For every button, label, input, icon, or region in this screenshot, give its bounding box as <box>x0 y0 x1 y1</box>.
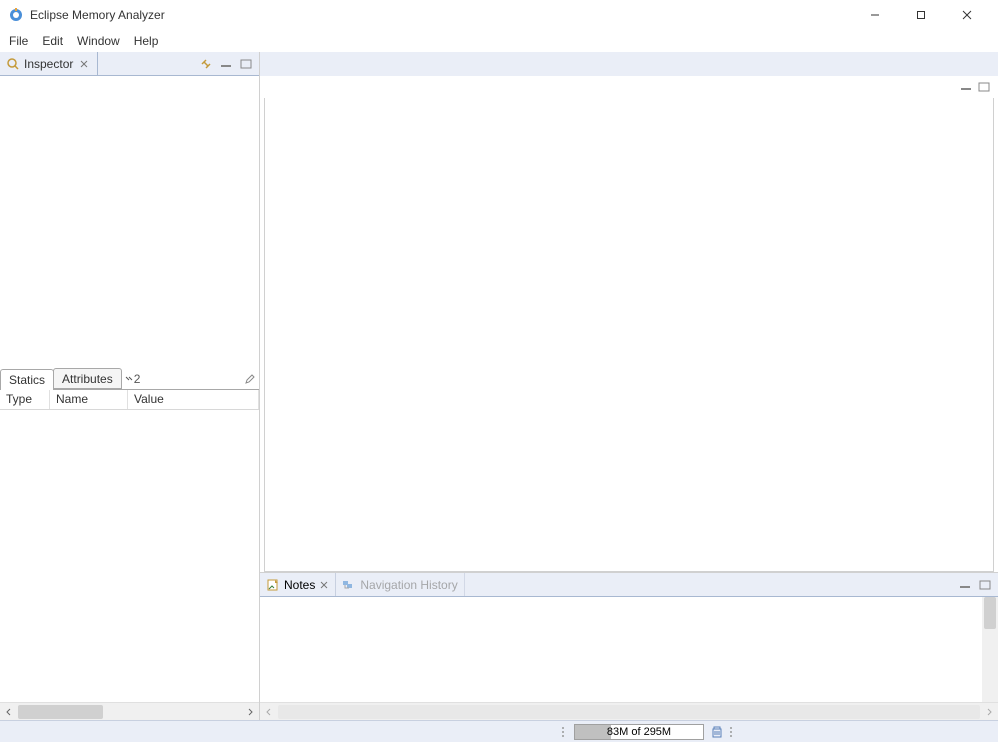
detail-table-body <box>0 410 259 702</box>
heap-status-widget: 83M of 295M <box>562 723 738 741</box>
scrollbar-thumb[interactable] <box>18 705 103 719</box>
column-name[interactable]: Name <box>50 390 128 409</box>
bottom-views: Notes Navigation History <box>260 572 998 702</box>
minimize-editor-button[interactable] <box>958 80 974 94</box>
column-value[interactable]: Value <box>128 390 259 409</box>
status-bar: 83M of 295M <box>0 720 998 742</box>
scroll-right-icon[interactable] <box>980 703 998 721</box>
left-panel: Inspector Statics Attr <box>0 52 260 720</box>
inspector-upper-area <box>0 76 259 368</box>
notes-label: Notes <box>284 578 315 592</box>
notes-body[interactable] <box>260 597 998 702</box>
history-icon <box>342 578 356 592</box>
close-button[interactable] <box>944 0 990 30</box>
menu-file[interactable]: File <box>2 30 35 52</box>
column-type[interactable]: Type <box>0 390 50 409</box>
tab-statics[interactable]: Statics <box>0 369 54 390</box>
heap-text: 83M of 295M <box>607 726 671 738</box>
inspector-icon <box>6 57 20 71</box>
link-with-button[interactable] <box>197 55 215 73</box>
inspector-view-header: Inspector <box>0 52 259 76</box>
editor-corner-controls <box>260 76 998 98</box>
grip-icon <box>562 727 566 737</box>
detail-table-header: Type Name Value <box>0 390 259 410</box>
tab-attributes[interactable]: Attributes <box>53 368 122 389</box>
minimize-button[interactable] <box>852 0 898 30</box>
menu-window[interactable]: Window <box>70 30 127 52</box>
maximize-view-button[interactable] <box>237 55 255 73</box>
grip-icon <box>730 727 734 737</box>
tab-navigation-history[interactable]: Navigation History <box>336 573 464 596</box>
close-view-icon[interactable] <box>77 57 91 71</box>
nav-history-label: Navigation History <box>360 578 457 592</box>
right-panel: Notes Navigation History <box>260 52 998 720</box>
maximize-editor-button[interactable] <box>976 80 992 94</box>
menu-edit[interactable]: Edit <box>35 30 70 52</box>
scrollbar-track[interactable] <box>18 705 241 719</box>
menu-help[interactable]: Help <box>127 30 166 52</box>
inspector-tab[interactable]: Inspector <box>0 52 98 75</box>
minimize-bottom-button[interactable] <box>956 576 974 594</box>
right-h-scrollbar[interactable] <box>260 702 998 720</box>
menu-bar: File Edit Window Help <box>0 30 998 52</box>
maximize-bottom-button[interactable] <box>976 576 994 594</box>
app-icon <box>8 7 24 23</box>
close-notes-icon[interactable] <box>319 580 329 590</box>
title-bar: Eclipse Memory Analyzer <box>0 0 998 30</box>
left-h-scrollbar[interactable] <box>0 702 259 720</box>
inspector-detail-tabs: Statics Attributes 2 <box>0 368 259 390</box>
window-title: Eclipse Memory Analyzer <box>30 8 852 22</box>
notes-v-scrollbar[interactable] <box>982 597 998 702</box>
tabs-overflow-button[interactable]: 2 <box>121 368 145 389</box>
bottom-views-header: Notes Navigation History <box>260 573 998 597</box>
tab-notes[interactable]: Notes <box>260 573 336 596</box>
edit-icon[interactable] <box>241 368 259 389</box>
scroll-right-icon[interactable] <box>241 703 259 721</box>
v-scroll-thumb[interactable] <box>984 597 996 629</box>
scroll-left-icon[interactable] <box>260 703 278 721</box>
workspace: Inspector Statics Attr <box>0 52 998 720</box>
notes-icon <box>266 578 280 592</box>
heap-fill <box>575 725 611 739</box>
heap-bar[interactable]: 83M of 295M <box>574 724 704 740</box>
scroll-left-icon[interactable] <box>0 703 18 721</box>
inspector-title: Inspector <box>24 57 73 71</box>
editor-area <box>264 98 994 572</box>
editor-tab-strip <box>260 52 998 76</box>
maximize-button[interactable] <box>898 0 944 30</box>
run-gc-button[interactable] <box>708 723 726 741</box>
minimize-view-button[interactable] <box>217 55 235 73</box>
